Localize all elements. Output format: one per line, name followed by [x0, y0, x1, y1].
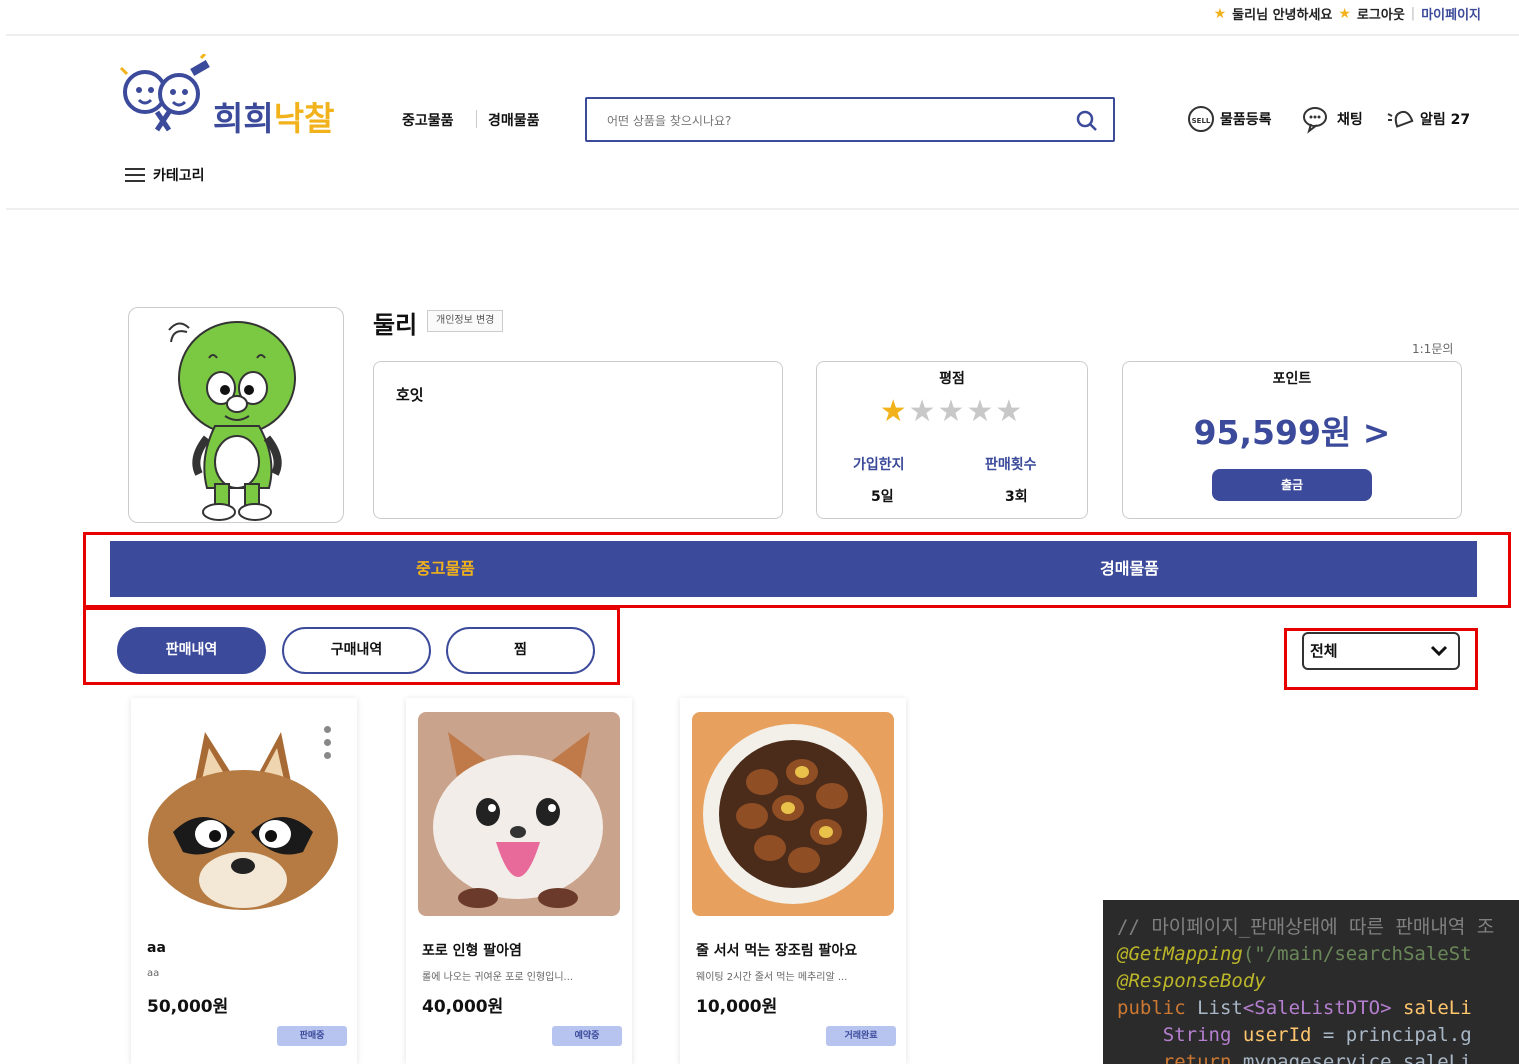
chat-icon [1303, 107, 1327, 134]
product-image [143, 712, 345, 916]
register-icon: SELL [1188, 106, 1214, 132]
username: 둘리 [373, 311, 418, 339]
code-snippet: // 마이페이지_판매상태에 따른 판매내역 조 @GetMapping("/m… [1103, 900, 1519, 1064]
product-card[interactable]: 줄 서서 먹는 장조림 팔아요 웨이팅 2시간 줄서 먹는 메추리알 ... 1… [680, 698, 906, 1064]
search-icon[interactable] [1075, 109, 1099, 133]
divider [476, 110, 477, 128]
intro-card: 호잇 [373, 361, 783, 519]
product-title: 줄 서서 먹는 장조림 팔아요 [696, 943, 858, 959]
nav-used-items[interactable]: 중고물품 [402, 110, 454, 130]
product-price: 10,000원 [696, 997, 778, 1017]
rating-stars: ★★★★★ [817, 394, 1087, 429]
svg-text:SELL: SELL [1192, 117, 1211, 125]
product-card[interactable]: aa aa 50,000원 판매중 [131, 698, 357, 1064]
more-options-icon[interactable] [324, 726, 331, 765]
star-icon: ★ [1338, 5, 1351, 22]
hamburger-icon [125, 164, 145, 186]
logo-text[interactable]: 희희낙찰 [213, 92, 334, 140]
category-menu[interactable]: 카테고리 [125, 164, 205, 186]
star-icon: ★ [908, 394, 938, 429]
sales-label: 판매횟수 [985, 457, 1037, 473]
intro-text: 호잇 [396, 386, 424, 404]
status-badge: 예약중 [552, 1026, 622, 1046]
mypage-link[interactable]: 마이페이지 [1421, 4, 1481, 23]
profile-character-image [168, 321, 296, 521]
star-icon: ★ [995, 394, 1025, 429]
product-card[interactable]: 포로 인형 팔아염 롤에 나오는 귀여운 포로 인형입니... 40,000원 … [406, 698, 632, 1064]
product-desc: 웨이팅 2시간 줄서 먹는 메추리알 ... [696, 972, 848, 983]
rating-card: 평점 ★★★★★ 가입한지 판매횟수 5일 3회 [816, 361, 1088, 519]
product-title: aa [147, 940, 166, 956]
star-icon: ★ [1213, 5, 1227, 22]
bell-icon [1387, 110, 1414, 128]
point-title: 포인트 [1272, 371, 1312, 387]
divider: | [1410, 6, 1416, 21]
nav-auction-items[interactable]: 경매물품 [488, 110, 540, 130]
product-image [692, 712, 894, 916]
star-icon: ★ [937, 394, 967, 429]
status-badge: 거래완료 [826, 1026, 896, 1046]
point-value[interactable]: 95,599원 > [1123, 406, 1461, 454]
join-value: 5일 [871, 489, 894, 505]
inquiry-link[interactable]: 1:1문의 [1412, 340, 1453, 357]
highlight-box [83, 607, 620, 685]
product-title: 포로 인형 팔아염 [422, 943, 522, 959]
top-util-bar: ★ 둘리님 안녕하세요 ★ 로그아웃 | 마이페이지 [1213, 4, 1481, 24]
chat-button[interactable]: 채팅 [1301, 104, 1363, 134]
star-icon: ★ [966, 394, 996, 429]
edit-profile-button[interactable]: 개인정보 변경 [427, 310, 504, 332]
search-bar[interactable] [585, 97, 1115, 142]
star-icon: ★ [879, 394, 909, 429]
join-label: 가입한지 [853, 457, 905, 473]
search-input[interactable] [605, 109, 1049, 133]
product-image [418, 712, 620, 916]
product-desc: aa [147, 968, 160, 979]
register-button[interactable]: SELL 물품등록 [1186, 104, 1272, 134]
point-card: 포인트 95,599원 > 출금 [1122, 361, 1462, 519]
withdraw-button[interactable]: 출금 [1212, 469, 1372, 501]
product-price: 40,000원 [422, 997, 504, 1017]
greeting-text: 둘리님 안녕하세요 [1232, 8, 1333, 23]
logout-link[interactable]: 로그아웃 [1357, 4, 1405, 23]
highlight-box [83, 532, 1511, 608]
logo-mascot-icon [119, 52, 210, 132]
divider [6, 34, 1519, 36]
avatar [128, 307, 344, 523]
product-price: 50,000원 [147, 997, 229, 1017]
status-badge: 판매중 [277, 1026, 347, 1046]
product-desc: 롤에 나오는 귀여운 포로 인형입니... [422, 972, 574, 983]
highlight-box [1284, 628, 1478, 690]
rating-title: 평점 [939, 371, 965, 387]
alarm-button[interactable]: 알림 27 [1386, 104, 1470, 134]
divider [6, 208, 1519, 210]
sales-value: 3회 [1005, 489, 1028, 505]
